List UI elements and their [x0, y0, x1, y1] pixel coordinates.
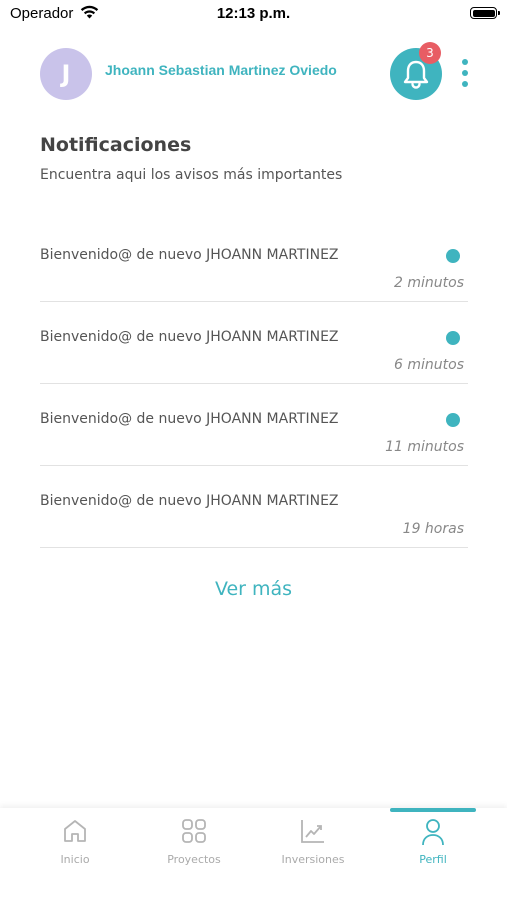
status-bar: Operador 12:13 p.m.	[0, 0, 507, 28]
user-name: Jhoann Sebastian Martinez Oviedo	[105, 62, 337, 78]
notification-count-badge: 3	[419, 42, 441, 64]
bottom-tab-bar: Inicio Proyectos Inversiones Perfil	[0, 808, 507, 900]
page-subtitle: Encuentra aqui los avisos más importante…	[40, 167, 343, 183]
notification-text: Bienvenido@ de nuevo JHOANN MARTINEZ	[40, 247, 339, 263]
notification-item[interactable]: Bienvenido@ de nuevo JHOANN MARTINEZ 2 m…	[40, 220, 468, 302]
tab-label: Inicio	[60, 853, 90, 866]
notification-time: 11 minutos	[385, 439, 464, 455]
grid-icon	[181, 818, 207, 848]
tab-label: Perfil	[419, 853, 447, 866]
more-dot-icon	[462, 81, 468, 87]
tab-perfil[interactable]: Perfil	[378, 808, 488, 900]
notification-item[interactable]: Bienvenido@ de nuevo JHOANN MARTINEZ 11 …	[40, 384, 468, 466]
chart-icon	[300, 818, 326, 848]
clock: 12:13 p.m.	[216, 5, 291, 22]
tab-proyectos[interactable]: Proyectos	[139, 808, 249, 900]
tab-inicio[interactable]: Inicio	[20, 808, 130, 900]
notification-time: 19 horas	[402, 521, 464, 537]
battery-icon	[470, 7, 500, 19]
notification-time: 6 minutos	[394, 357, 464, 373]
unread-dot-icon	[446, 331, 460, 345]
notification-time: 2 minutos	[394, 275, 464, 291]
home-icon	[62, 818, 88, 848]
more-dot-icon	[462, 59, 468, 65]
user-icon	[420, 818, 446, 850]
notification-list: Bienvenido@ de nuevo JHOANN MARTINEZ 2 m…	[40, 220, 468, 548]
unread-dot-icon	[446, 249, 460, 263]
avatar[interactable]: J	[40, 48, 92, 100]
page-title: Notificaciones	[40, 134, 192, 156]
more-options-button[interactable]	[458, 58, 472, 90]
tab-label: Proyectos	[167, 853, 221, 866]
notification-text: Bienvenido@ de nuevo JHOANN MARTINEZ	[40, 411, 339, 427]
see-more-link[interactable]: Ver más	[0, 578, 507, 600]
tab-inversiones[interactable]: Inversiones	[258, 808, 368, 900]
notification-item[interactable]: Bienvenido@ de nuevo JHOANN MARTINEZ 6 m…	[40, 302, 468, 384]
more-dot-icon	[462, 70, 468, 76]
tab-label: Inversiones	[281, 853, 345, 866]
profile-header: J Jhoann Sebastian Martinez Oviedo 3	[0, 40, 507, 110]
notification-text: Bienvenido@ de nuevo JHOANN MARTINEZ	[40, 493, 339, 509]
unread-dot-icon	[446, 413, 460, 427]
notification-text: Bienvenido@ de nuevo JHOANN MARTINEZ	[40, 329, 339, 345]
notification-item[interactable]: Bienvenido@ de nuevo JHOANN MARTINEZ 19 …	[40, 466, 468, 548]
